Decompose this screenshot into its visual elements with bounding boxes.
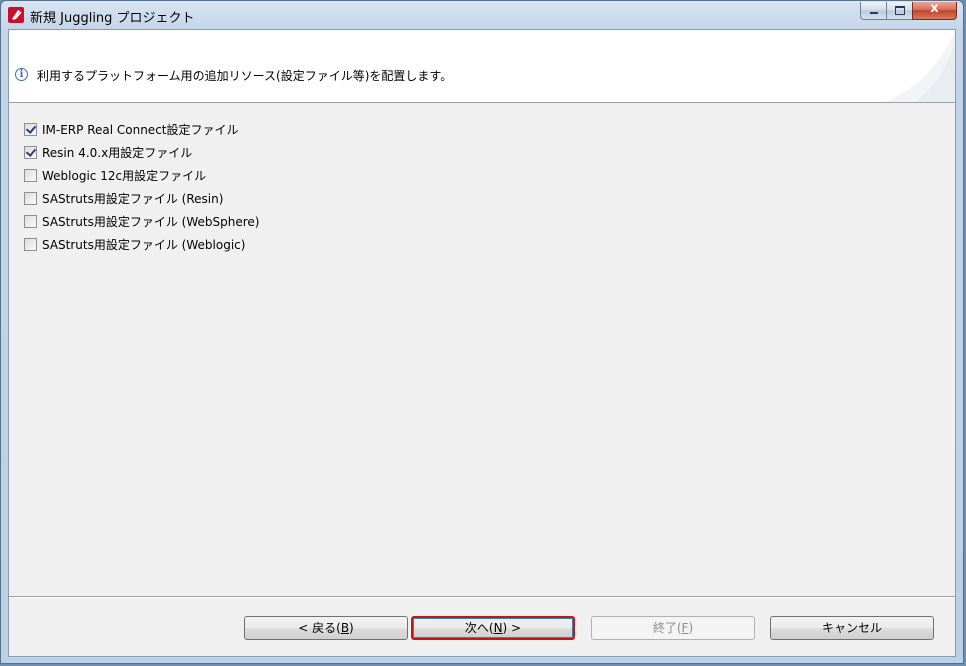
title-bar[interactable]: 新規 Juggling プロジェクト x (1, 1, 963, 29)
cancel-button-label: キャンセル (821, 621, 882, 635)
next-button-suffix: ) > (502, 621, 522, 635)
next-button[interactable]: 次へ(N) > (411, 616, 575, 640)
back-button[interactable]: < 戻る(B) (244, 616, 408, 640)
resource-options-list: IM-ERP Real Connect設定ファイル Resin 4.0.x用設定フ… (24, 118, 259, 256)
next-button-mnemonic: N (493, 621, 503, 635)
close-button[interactable]: x (912, 1, 957, 20)
option-checkbox[interactable] (24, 169, 37, 182)
dialog-content: i 利用するプラットフォーム用の追加リソース(設定ファイル等)を配置します。 I… (8, 29, 956, 657)
back-button-label: < 戻る( (298, 621, 341, 635)
cancel-button[interactable]: キャンセル (770, 616, 934, 640)
header-message: 利用するプラットフォーム用の追加リソース(設定ファイル等)を配置します。 (37, 69, 453, 83)
minimize-button[interactable] (860, 2, 886, 20)
option-label[interactable]: IM-ERP Real Connect設定ファイル (42, 121, 239, 138)
back-button-mnemonic: B (340, 621, 350, 635)
option-label[interactable]: SAStruts用設定ファイル (Weblogic) (42, 236, 245, 253)
next-button-label: 次へ( (464, 621, 494, 635)
option-row[interactable]: Resin 4.0.x用設定ファイル (24, 141, 259, 164)
option-checkbox[interactable] (24, 123, 37, 136)
window-controls: x (860, 1, 957, 21)
info-icon: i (15, 68, 28, 81)
option-label[interactable]: SAStruts用設定ファイル (WebSphere) (42, 213, 259, 230)
option-row[interactable]: Weblogic 12c用設定ファイル (24, 164, 259, 187)
finish-button-suffix: ) (688, 621, 694, 635)
maximize-button[interactable] (886, 2, 912, 20)
option-row[interactable]: IM-ERP Real Connect設定ファイル (24, 118, 259, 141)
header-decoration (885, 30, 955, 102)
footer-separator (9, 596, 955, 598)
dialog-window: 新規 Juggling プロジェクト x i 利用するプラットフォーム用の追加リ… (0, 0, 964, 664)
option-label[interactable]: SAStruts用設定ファイル (Resin) (42, 190, 223, 207)
option-label[interactable]: Resin 4.0.x用設定ファイル (42, 144, 192, 161)
option-checkbox[interactable] (24, 238, 37, 251)
option-row[interactable]: SAStruts用設定ファイル (Weblogic) (24, 233, 259, 256)
app-logo-icon (8, 7, 24, 23)
window-title: 新規 Juggling プロジェクト (30, 11, 195, 26)
option-checkbox[interactable] (24, 146, 37, 159)
finish-button-label: 終了( (652, 621, 682, 635)
option-label[interactable]: Weblogic 12c用設定ファイル (42, 167, 206, 184)
back-button-suffix: ) (349, 621, 354, 635)
option-row[interactable]: SAStruts用設定ファイル (Resin) (24, 187, 259, 210)
wizard-header: i 利用するプラットフォーム用の追加リソース(設定ファイル等)を配置します。 (9, 30, 955, 103)
finish-button[interactable]: 終了(F) (591, 616, 755, 640)
option-checkbox[interactable] (24, 215, 37, 228)
option-row[interactable]: SAStruts用設定ファイル (WebSphere) (24, 210, 259, 233)
close-icon: x (930, 1, 939, 16)
option-checkbox[interactable] (24, 192, 37, 205)
